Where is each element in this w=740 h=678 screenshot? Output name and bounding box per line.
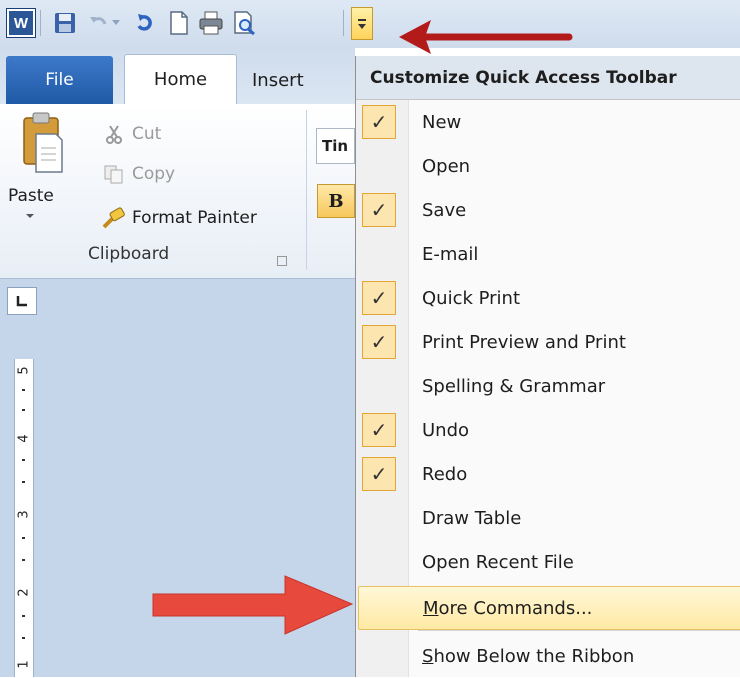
paste-options-arrow[interactable] (26, 214, 34, 218)
menu-item-label: Print Preview and Print (422, 331, 626, 353)
bold-button[interactable]: B (317, 184, 355, 218)
menu-item[interactable]: ✓ Redo (356, 452, 740, 496)
word-logo-icon[interactable]: W (6, 8, 36, 38)
font-name-box[interactable]: Tin (316, 128, 355, 164)
redo-icon[interactable] (130, 8, 160, 38)
format-painter-icon (102, 207, 126, 229)
copy-icon (102, 163, 126, 185)
check-icon: ✓ (362, 413, 396, 447)
print-preview-icon[interactable] (230, 8, 260, 38)
more-commands-item[interactable]: More Commands... (358, 586, 740, 630)
menu-item[interactable]: Spelling & Grammar (356, 364, 740, 408)
tab-home[interactable]: Home (124, 54, 237, 104)
toolbar-separator (343, 10, 344, 36)
menu-item-label: More Commands... (423, 597, 593, 619)
menu-item-label: Spelling & Grammar (422, 375, 606, 397)
vertical-ruler[interactable]: 5 4 3 2 1 (14, 359, 34, 677)
undo-dropdown-icon[interactable] (108, 8, 124, 38)
customize-qat-menu: Customize Quick Access Toolbar ✓ New Open ✓… (355, 56, 740, 677)
check-icon: ✓ (362, 325, 396, 359)
copy-button[interactable]: Copy (102, 160, 175, 188)
menu-item[interactable]: Open (356, 144, 740, 188)
format-painter-label: Format Painter (132, 208, 257, 228)
menu-item[interactable]: ✓ Undo (356, 408, 740, 452)
check-icon: ✓ (362, 281, 396, 315)
group-separator (306, 110, 307, 270)
toolbar-separator (40, 10, 41, 36)
menu-item[interactable]: Open Recent File (356, 540, 740, 584)
check-icon: ✓ (362, 193, 396, 227)
menu-item-label: Open (422, 155, 471, 177)
cut-label: Cut (132, 124, 162, 144)
tab-insert[interactable]: Insert (252, 56, 304, 104)
clipboard-group-label: Clipboard (88, 244, 170, 264)
menu-item-label: Redo (422, 463, 468, 485)
check-icon: ✓ (362, 457, 396, 491)
menu-item-label: Save (422, 199, 467, 221)
dialog-launcher-icon[interactable] (277, 256, 287, 266)
menu-item-label: New (422, 111, 462, 133)
ruler-number: 5 (16, 366, 32, 375)
menu-item[interactable]: ✓ Quick Print (356, 276, 740, 320)
show-below-ribbon-item[interactable]: Show Below the Ribbon (356, 634, 740, 678)
ruler-number: 1 (16, 660, 32, 669)
menu-item-label: Undo (422, 419, 470, 441)
menu-item-label: Draw Table (422, 507, 522, 529)
menu-item-label: E-mail (422, 243, 479, 265)
quick-access-toolbar: W (0, 0, 740, 48)
tab-selector-icon[interactable] (7, 287, 37, 315)
ruler-number: 4 (16, 434, 32, 443)
menu-separator (418, 630, 740, 631)
ribbon-panel: Paste Cut Copy Format Painter Clipboard … (0, 104, 355, 279)
menu-item[interactable]: ✓ Save (356, 188, 740, 232)
menu-item[interactable]: Draw Table (356, 496, 740, 540)
ribbon-tabs: File Home Insert (0, 48, 355, 104)
copy-label: Copy (132, 164, 176, 184)
new-doc-icon[interactable] (164, 8, 194, 38)
menu-item-label: Show Below the Ribbon (422, 645, 635, 667)
menu-item[interactable]: E-mail (356, 232, 740, 276)
ruler-number: 2 (16, 588, 32, 597)
menu-item[interactable]: ✓ Print Preview and Print (356, 320, 740, 364)
menu-item[interactable]: ✓ New (356, 100, 740, 144)
quick-print-icon[interactable] (196, 8, 226, 38)
paste-button[interactable]: Paste (8, 186, 54, 206)
save-icon[interactable] (50, 8, 80, 38)
annotation-arrow-more-commands (152, 575, 354, 635)
cut-icon (102, 123, 126, 145)
tab-file[interactable]: File (6, 56, 113, 104)
check-icon: ✓ (362, 105, 396, 139)
dropdown-icon[interactable] (351, 7, 373, 40)
menu-item-label: Open Recent File (422, 551, 574, 573)
format-painter-button[interactable]: Format Painter (102, 204, 257, 232)
annotation-arrow-top (399, 20, 573, 54)
cut-button[interactable]: Cut (102, 120, 161, 148)
ruler-number: 3 (16, 510, 32, 519)
paste-icon[interactable] (22, 112, 64, 174)
menu-item-label: Quick Print (422, 287, 521, 309)
